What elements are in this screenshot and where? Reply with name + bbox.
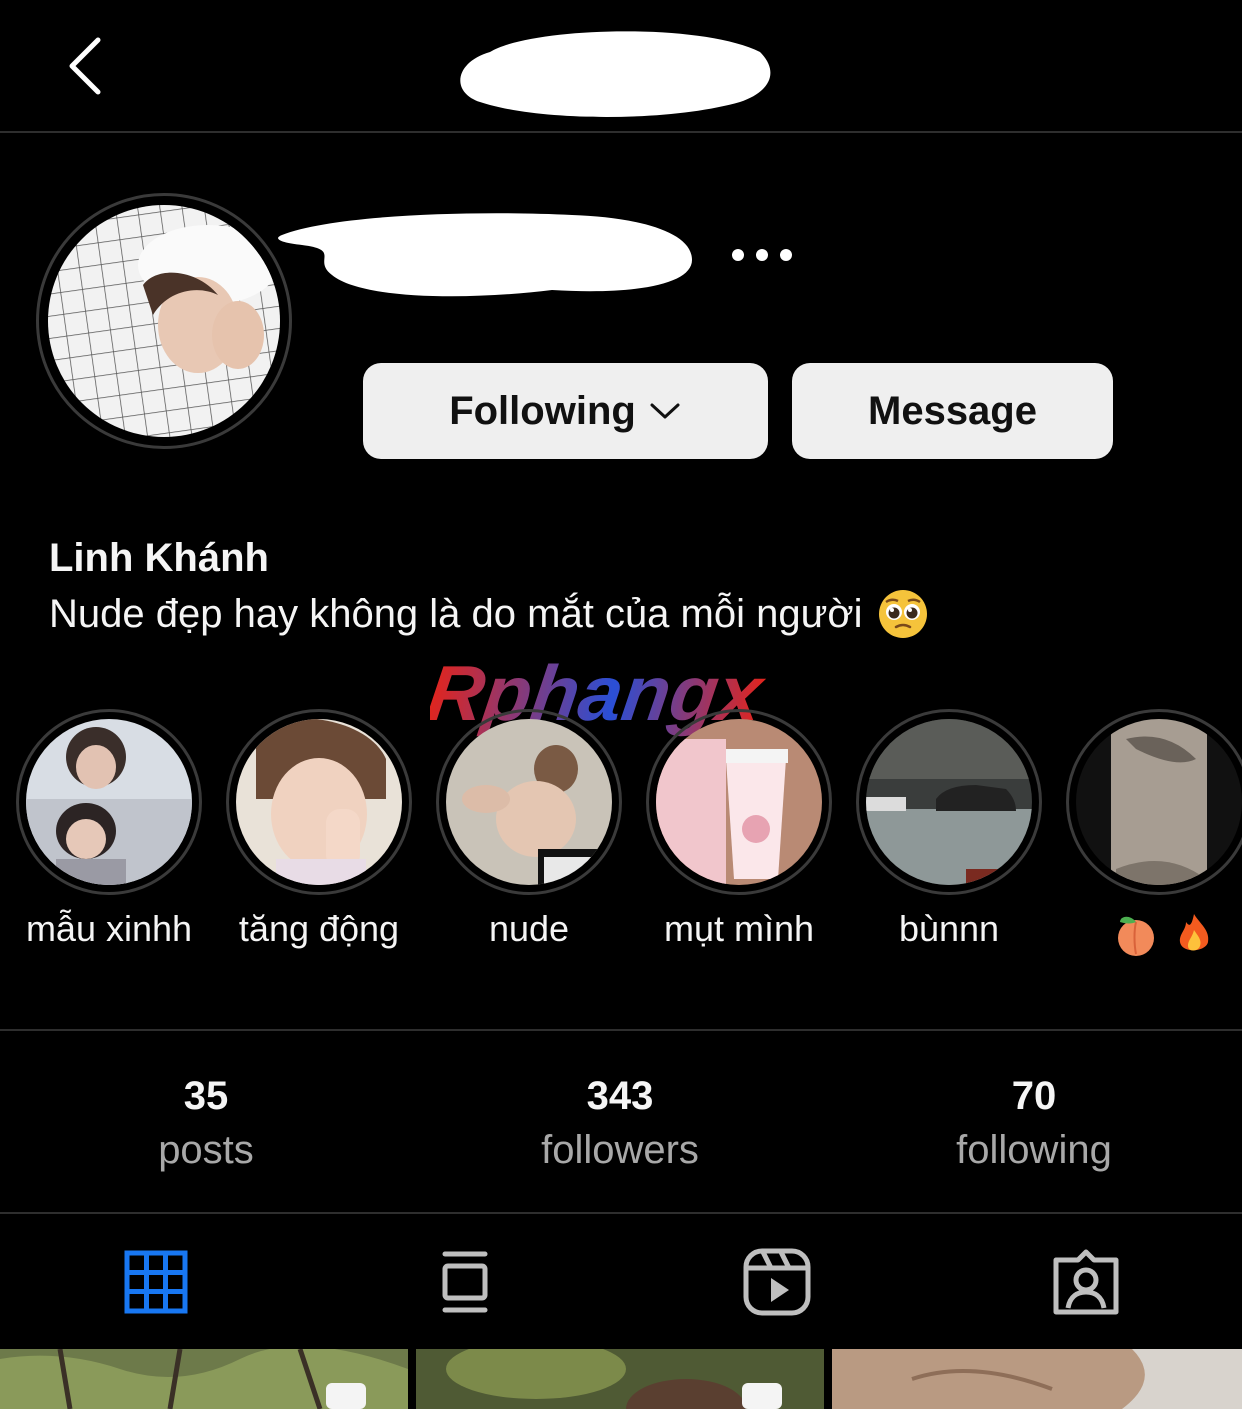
highlight-label: mẫu xinhh (25, 908, 193, 949)
tagged-icon[interactable] (1050, 1246, 1122, 1318)
following-button[interactable]: Following (363, 363, 768, 459)
tabs-top-divider (0, 1212, 1242, 1214)
message-button-label: Message (868, 388, 1037, 433)
grid-icon[interactable] (120, 1246, 192, 1318)
highlight-cover (656, 719, 822, 885)
highlight-cover (26, 719, 192, 885)
highlight-item[interactable]: mẫu xinhh (10, 706, 220, 966)
fire-emoji-icon (1179, 914, 1209, 951)
redacted-title-scribble (460, 31, 771, 117)
stats-top-divider (0, 1029, 1242, 1031)
pleading-face-emoji-icon (878, 590, 927, 638)
highlight-item[interactable]: bùnnn (850, 706, 1060, 966)
following-button-label: Following (449, 388, 636, 433)
chevron-down-icon (650, 403, 680, 419)
highlight-cover (236, 719, 402, 885)
post-thumbnail[interactable] (416, 1349, 824, 1409)
stat-following-label: following (956, 1128, 1112, 1172)
post-thumbnail[interactable] (0, 1349, 408, 1409)
post-thumbnail[interactable] (832, 1349, 1242, 1409)
stat-posts-label: posts (158, 1128, 254, 1172)
highlight-label: tăng động (238, 908, 400, 949)
highlight-cover (446, 719, 612, 885)
highlight-cover (866, 719, 1032, 885)
avatar[interactable] (48, 205, 280, 437)
highlight-item[interactable]: mụt mình (640, 706, 850, 966)
stat-following-value: 70 (1011, 1074, 1057, 1118)
chevron-left-icon[interactable] (62, 34, 110, 98)
highlight-emoji-label (1100, 910, 1230, 962)
peach-emoji-icon (1118, 916, 1154, 956)
highlight-item[interactable]: tăng động (220, 706, 430, 966)
stat-followers-label: followers (541, 1128, 699, 1172)
bio-text: Nude đẹp hay không là do mắt của mỗi ngư… (49, 591, 863, 636)
stat-posts-value: 35 (183, 1074, 229, 1118)
stat-followers[interactable]: 343 followers (470, 1070, 770, 1178)
guides-icon[interactable] (429, 1246, 501, 1318)
stat-following[interactable]: 70 following (884, 1070, 1184, 1178)
highlight-item[interactable] (1060, 706, 1242, 966)
stat-posts[interactable]: 35 posts (56, 1070, 356, 1178)
highlight-label: bùnnn (898, 908, 1000, 949)
reels-icon[interactable] (741, 1246, 813, 1318)
bio: Nude đẹp hay không là do mắt của mỗi ngư… (49, 588, 929, 640)
redacted-username-scribble (278, 213, 692, 297)
message-button[interactable]: Message (792, 363, 1113, 459)
highlight-cover (1076, 719, 1242, 885)
stat-followers-value: 343 (586, 1074, 654, 1118)
display-name: Linh Khánh (49, 536, 269, 580)
ellipsis-horizontal-icon[interactable] (726, 240, 798, 270)
highlight-item[interactable]: nude (430, 706, 640, 966)
highlight-label: mụt mình (663, 908, 815, 949)
top-bar (0, 0, 1242, 133)
highlight-label: nude (488, 908, 570, 949)
